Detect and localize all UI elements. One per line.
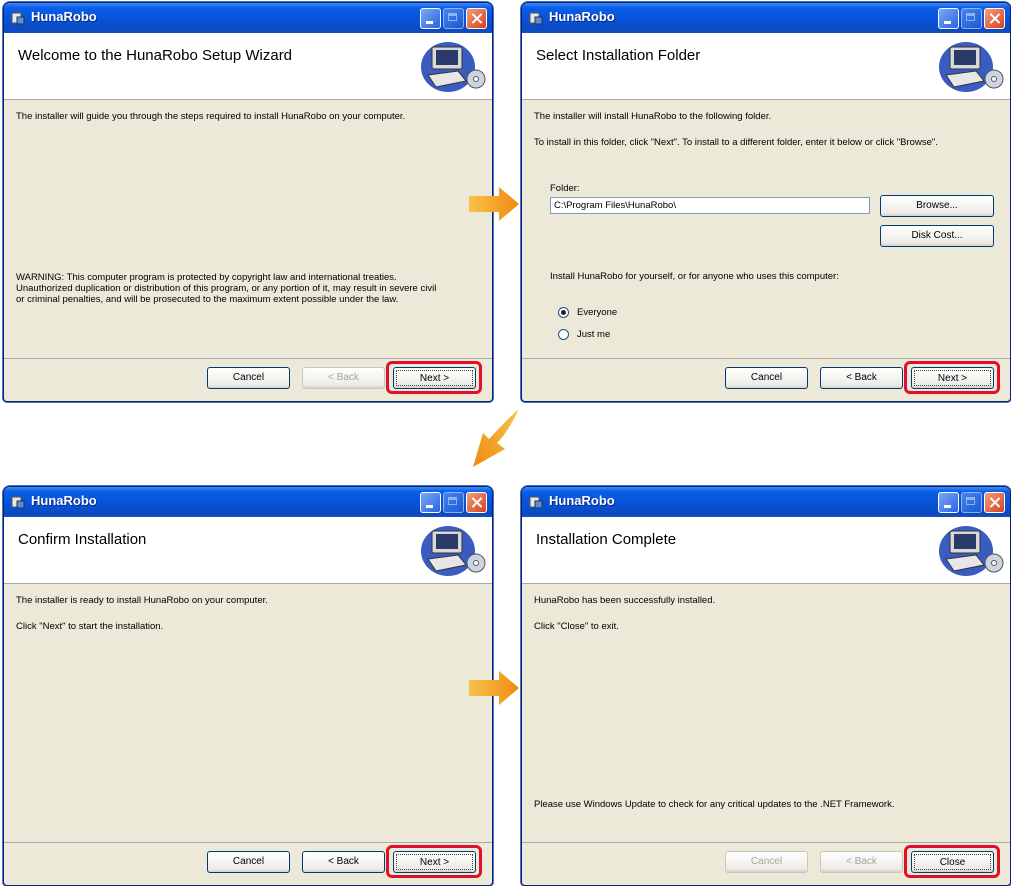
highlight-box xyxy=(904,361,1000,394)
maximize-icon xyxy=(443,492,464,513)
page-title: Select Installation Folder xyxy=(536,47,701,64)
window-title: HunaRobo xyxy=(31,493,97,508)
dotnet-update-note: Please use Windows Update to check for a… xyxy=(534,799,895,810)
highlight-box xyxy=(904,845,1000,878)
radio-just-me[interactable]: Just me xyxy=(558,329,610,340)
folder-label: Folder: xyxy=(550,183,580,194)
title-bar[interactable]: HunaRobo xyxy=(522,3,1010,33)
radio-label: Everyone xyxy=(577,307,618,319)
footer-divider xyxy=(4,842,492,843)
folder-path-input[interactable] xyxy=(550,197,870,214)
wizard-content: HunaRobo has been successfully installed… xyxy=(534,595,1000,647)
title-bar[interactable]: HunaRobo xyxy=(4,487,492,517)
wizard-banner: Select Installation Folder xyxy=(522,33,1010,100)
cancel-button: Cancel xyxy=(725,851,808,873)
footer-divider xyxy=(4,358,492,359)
maximize-icon xyxy=(961,492,982,513)
wizard-content: The installer will guide you through the… xyxy=(16,111,482,137)
wizard-content: The installer will install HunaRobo to t… xyxy=(534,111,1000,163)
footer-divider xyxy=(522,358,1010,359)
wizard-banner: Welcome to the HunaRobo Setup Wizard xyxy=(4,33,492,100)
computer-setup-icon xyxy=(421,42,486,92)
info-text: Click "Next" to start the installation. xyxy=(16,621,164,632)
radio-selected-icon[interactable] xyxy=(558,307,569,318)
title-bar[interactable]: HunaRobo xyxy=(522,487,1010,517)
disk-cost-button[interactable]: Disk Cost... xyxy=(880,225,994,247)
maximize-icon xyxy=(443,8,464,29)
back-button: < Back xyxy=(302,367,385,389)
setup-window-confirm: HunaRobo Confirm Installation The instal… xyxy=(3,486,493,886)
installer-app-icon xyxy=(11,496,25,509)
browse-button[interactable]: Browse... xyxy=(880,195,994,217)
minimize-icon[interactable] xyxy=(420,492,441,513)
radio-unselected-icon[interactable] xyxy=(558,329,569,340)
wizard-banner: Installation Complete xyxy=(522,517,1010,584)
intro-text: The installer will guide you through the… xyxy=(16,111,406,122)
page-title: Confirm Installation xyxy=(18,531,147,548)
installer-app-icon xyxy=(529,12,543,25)
cancel-button[interactable]: Cancel xyxy=(207,367,290,389)
info-text: HunaRobo has been successfully installed… xyxy=(534,595,716,606)
minimize-icon[interactable] xyxy=(938,8,959,29)
close-icon[interactable] xyxy=(984,8,1005,29)
installer-app-icon xyxy=(529,496,543,509)
window-title: HunaRobo xyxy=(31,9,97,24)
minimize-icon[interactable] xyxy=(420,8,441,29)
minimize-icon[interactable] xyxy=(938,492,959,513)
setup-window-complete: HunaRobo Installation Complete HunaRobo … xyxy=(521,486,1011,886)
footer-divider xyxy=(522,842,1010,843)
setup-window-welcome: HunaRobo Welcome to the HunaRobo Setup W… xyxy=(3,2,493,402)
curved-down-left-arrow-icon xyxy=(473,409,519,467)
cancel-button[interactable]: Cancel xyxy=(725,367,808,389)
radio-label: Just me xyxy=(577,329,611,341)
back-button[interactable]: < Back xyxy=(302,851,385,873)
computer-setup-icon xyxy=(939,42,1004,92)
setup-window-select-folder: HunaRobo Select Installation Folder The … xyxy=(521,2,1011,402)
right-arrow-icon xyxy=(469,187,519,221)
cancel-button[interactable]: Cancel xyxy=(207,851,290,873)
back-button[interactable]: < Back xyxy=(820,367,903,389)
maximize-icon xyxy=(961,8,982,29)
page-title: Installation Complete xyxy=(536,531,677,548)
computer-setup-icon xyxy=(421,526,486,576)
installer-app-icon xyxy=(11,12,25,25)
radio-everyone[interactable]: Everyone xyxy=(558,307,617,318)
title-bar[interactable]: HunaRobo xyxy=(4,3,492,33)
wizard-banner: Confirm Installation xyxy=(4,517,492,584)
wizard-content: The installer is ready to install HunaRo… xyxy=(16,595,482,647)
window-title: HunaRobo xyxy=(549,9,615,24)
info-text: Click "Close" to exit. xyxy=(534,621,619,632)
computer-setup-icon xyxy=(939,526,1004,576)
highlight-box xyxy=(386,361,482,394)
close-icon[interactable] xyxy=(466,492,487,513)
warning-line: Unauthorized duplication or distribution… xyxy=(16,283,437,294)
back-button: < Back xyxy=(820,851,903,873)
info-text: The installer is ready to install HunaRo… xyxy=(16,595,268,606)
info-text: The installer will install HunaRobo to t… xyxy=(534,111,772,122)
right-arrow-icon xyxy=(469,671,519,705)
highlight-box xyxy=(386,845,482,878)
warning-line: or criminal penalties, and will be prose… xyxy=(16,294,399,305)
close-icon[interactable] xyxy=(984,492,1005,513)
window-title: HunaRobo xyxy=(549,493,615,508)
page-title: Welcome to the HunaRobo Setup Wizard xyxy=(18,47,293,64)
install-for-label: Install HunaRobo for yourself, or for an… xyxy=(550,271,839,282)
close-icon[interactable] xyxy=(466,8,487,29)
copyright-warning: WARNING: This computer program is protec… xyxy=(16,272,476,305)
info-text: To install in this folder, click "Next".… xyxy=(534,137,938,148)
warning-line: WARNING: This computer program is protec… xyxy=(16,272,397,283)
